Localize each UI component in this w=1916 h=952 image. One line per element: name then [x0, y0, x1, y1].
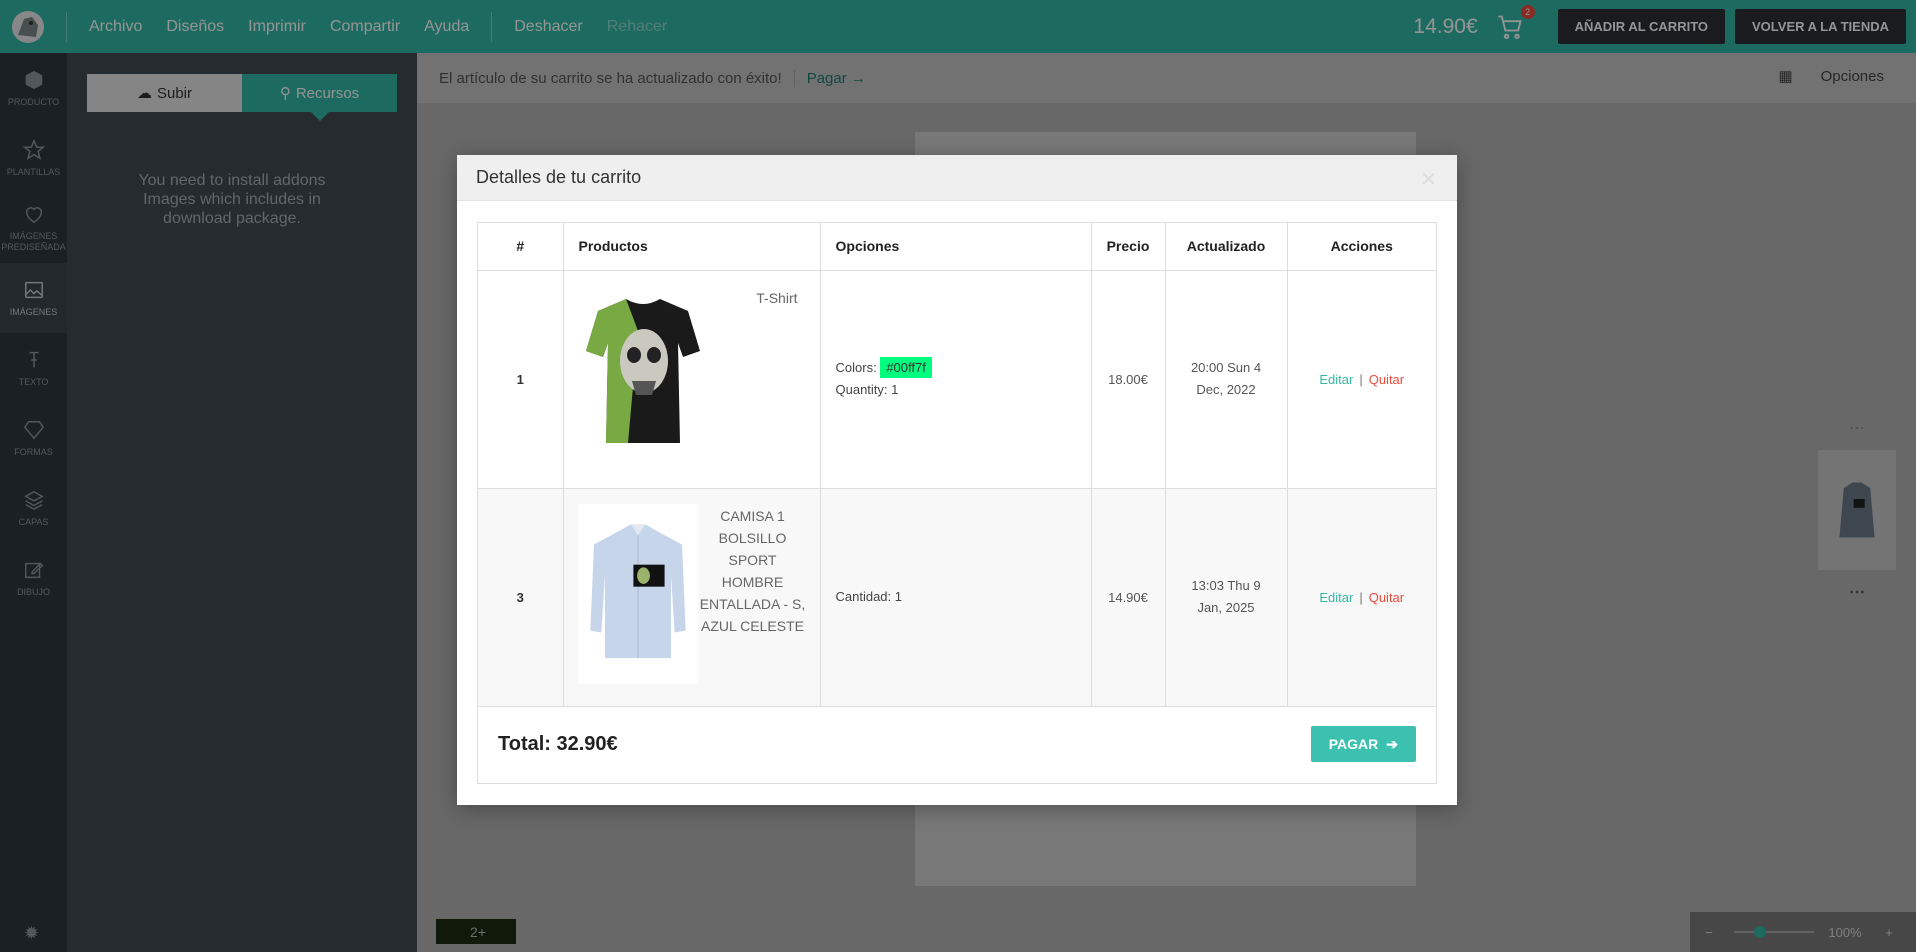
row-number: 1 — [478, 270, 564, 489]
cart-total: Total: 32.90€ — [498, 732, 618, 755]
remove-link[interactable]: Quitar — [1369, 372, 1404, 387]
pay-button[interactable]: PAGAR ➔ — [1310, 726, 1416, 762]
modal-title: Detalles de tu carrito — [476, 167, 642, 187]
col-products: Productos — [563, 223, 821, 271]
cart-table: # Productos Opciones Precio Actualizado … — [477, 222, 1437, 784]
product-cell: CAMISA 1 BOLSILLO SPORT HOMBRE ENTALLADA… — [563, 488, 821, 707]
product-name: T-Shirt — [756, 289, 798, 306]
updated-text: 20:00 Sun 4 Dec, 2022 — [1190, 360, 1262, 397]
edit-link[interactable]: Editar — [1319, 372, 1353, 387]
product-name: CAMISA 1 BOLSILLO SPORT HOMBRE ENTALLADA… — [699, 507, 806, 634]
updated-cell: 13:03 Thu 9 Jan, 2025 — [1165, 488, 1288, 707]
updated-text: 13:03 Thu 9 Jan, 2025 — [1191, 578, 1261, 615]
options-cell: Colors: #00ff7f Quantity: 1 — [820, 270, 1092, 489]
col-options: Opciones — [820, 223, 1092, 271]
table-row: 3 CAMISA 1 BOLSILLO SPORT HOMBRE ENTALLA… — [478, 488, 1436, 707]
price-cell: 18.00€ — [1091, 270, 1166, 489]
table-row: 1 T-Shirt Colors: #00ff7f Quantity: 1 18… — [478, 270, 1436, 489]
edit-link[interactable]: Editar — [1319, 590, 1353, 605]
actions-cell: Editar | Quitar — [1287, 270, 1436, 489]
updated-cell: 20:00 Sun 4 Dec, 2022 — [1165, 270, 1288, 489]
color-value-chip: #00ff7f — [880, 357, 932, 378]
col-number: # — [478, 223, 564, 271]
price-cell: 14.90€ — [1091, 488, 1166, 707]
col-updated: Actualizado — [1165, 223, 1288, 271]
modal-footer: Total: 32.90€ PAGAR ➔ — [478, 705, 1436, 783]
col-price: Precio — [1091, 223, 1166, 271]
close-icon[interactable]: ✕ — [1420, 167, 1437, 192]
options-cell: Cantidad: 1 — [820, 488, 1092, 707]
product-cell: T-Shirt — [563, 270, 821, 489]
actions-cell: Editar | Quitar — [1287, 488, 1436, 707]
quantity-text: Cantidad: 1 — [835, 589, 903, 604]
col-actions: Acciones — [1287, 223, 1436, 271]
quantity-text: Quantity: 1 — [835, 382, 899, 397]
color-label: Colors: — [835, 360, 877, 375]
row-number: 3 — [478, 488, 564, 707]
product-image[interactable] — [577, 503, 698, 684]
remove-link[interactable]: Quitar — [1369, 590, 1404, 605]
cart-details-modal: Detalles de tu carrito ✕ # Productos Opc… — [457, 155, 1457, 805]
arrow-right-icon: ➔ — [1386, 735, 1398, 752]
product-image[interactable] — [578, 291, 708, 451]
pay-button-label: PAGAR — [1328, 736, 1379, 752]
